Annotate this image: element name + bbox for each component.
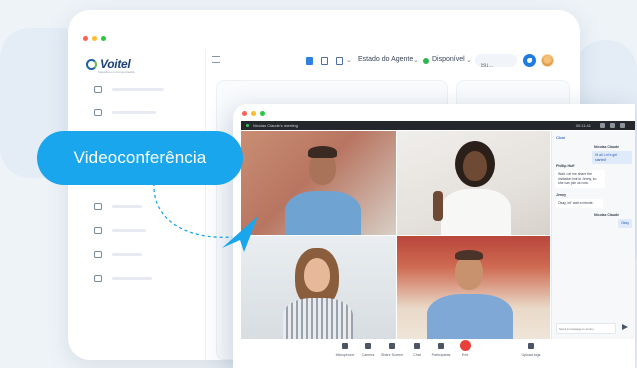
- pointer-arrow: [153, 182, 258, 252]
- dashed-path: [153, 182, 233, 238]
- arrow-icon: [222, 216, 258, 252]
